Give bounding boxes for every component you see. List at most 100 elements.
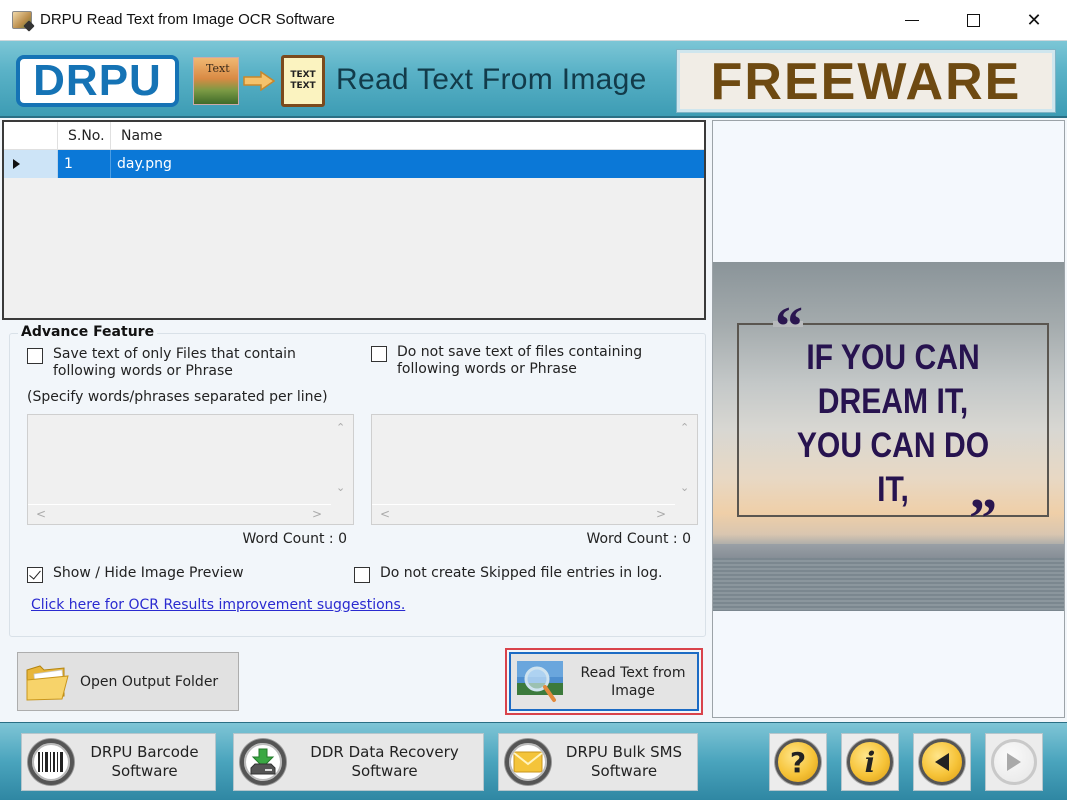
drpu-logo: DRPU [16,55,179,107]
banner-title: Read Text From Image [336,63,647,96]
include-word-count: Word Count : 0 [242,531,347,547]
exclude-words-textarea[interactable]: ⌃ ⌄ < > [371,414,698,525]
words-hint: (Specify words/phrases separated per lin… [27,389,328,405]
folder-icon [26,664,69,701]
ocr-suggestions-link[interactable]: Click here for OCR Results improvement s… [31,597,405,613]
scroll-up-icon[interactable]: ⌃ [336,421,345,434]
next-arrow-icon [991,739,1037,785]
include-label-line1: Save text of only Files that contain [53,346,296,362]
include-words-checkbox[interactable]: Save text of only Files that contain fol… [27,346,296,380]
close-button[interactable]: ✕ [1004,0,1064,41]
quote-line-2: DREAM IT, [817,382,969,421]
maximize-icon [966,14,980,27]
close-icon: ✕ [1026,10,1042,31]
quote-text: IF YOU CAN DREAM IT, YOU CAN DO IT, [773,336,1014,512]
horizontal-scrollbar[interactable]: < > [372,504,675,524]
open-output-folder-button[interactable]: Open Output Folder [17,652,239,711]
main-area: S.No. Name 1 day.png Advance Feature Sav… [0,118,1067,722]
read-text-line1: Read Text from [580,664,686,681]
title-bar: DRPU Read Text from Image OCR Software ✕ [0,0,1067,41]
sms-line1: DRPU Bulk SMS [565,743,683,761]
bottom-bar: DRPU Barcode Software DDR Data Recovery … [0,722,1067,800]
skip-log-label: Do not create Skipped file entries in lo… [380,565,663,581]
drpu-bulk-sms-button[interactable]: DRPU Bulk SMS Software [498,733,698,791]
read-text-from-image-button[interactable]: Read Text from Image [509,652,699,711]
ddr-line1: DDR Data Recovery [310,743,459,761]
minimize-icon [905,20,919,21]
help-button[interactable]: ? [769,733,827,791]
column-header-name[interactable]: Name [111,122,704,150]
exclude-word-count: Word Count : 0 [586,531,691,547]
scroll-left-icon[interactable]: < [380,507,390,521]
back-arrow-icon [919,739,965,785]
exclude-label-line1: Do not save text of files containing [397,344,643,360]
read-text-label: Read Text from Image [573,664,693,700]
barcode-icon [28,739,74,785]
info-icon: i [847,739,893,785]
ddr-data-recovery-button[interactable]: DDR Data Recovery Software [233,733,484,791]
file-grid[interactable]: S.No. Name 1 day.png [2,120,706,320]
checkbox-box[interactable] [371,346,387,362]
scroll-down-icon[interactable]: ⌄ [336,481,345,494]
read-text-focus-ring: Read Text from Image [505,648,703,715]
vertical-scrollbar[interactable]: ⌃ ⌄ [673,415,697,505]
sms-line2: Software [590,762,658,780]
barcode-line2: Software [111,762,178,780]
advance-feature-legend: Advance Feature [18,324,158,340]
open-output-label: Open Output Folder [80,673,219,690]
app-icon [12,11,32,29]
drpu-barcode-button[interactable]: DRPU Barcode Software [21,733,216,791]
include-words-label: Save text of only Files that contain fol… [53,346,296,380]
ddr-label: DDR Data Recovery Software [286,743,483,781]
arrow-right-icon [243,71,275,91]
window-title: DRPU Read Text from Image OCR Software [40,11,335,28]
horizontal-scrollbar[interactable]: < > [28,504,331,524]
checkbox-box[interactable] [354,567,370,583]
scroll-right-icon[interactable]: > [312,507,322,521]
envelope-icon [505,739,551,785]
image-icon-text: Text [206,62,230,75]
info-glyph: i [864,745,876,779]
barcode-label: DRPU Barcode Software [74,743,215,781]
skip-log-checkbox[interactable]: Do not create Skipped file entries in lo… [354,565,662,583]
vertical-scrollbar[interactable]: ⌃ ⌄ [329,415,353,505]
column-header-sno[interactable]: S.No. [58,122,111,150]
exclude-words-label: Do not save text of files containing fol… [397,344,642,378]
minimize-button[interactable] [882,0,942,41]
next-button[interactable] [985,733,1043,791]
quote-line-3: YOU CAN DO [796,426,990,465]
scroll-left-icon[interactable]: < [36,507,46,521]
include-label-line2: following words or Phrase [53,363,233,379]
preview-sea [713,558,1064,611]
header-banner: DRPU Text TEXT TEXT Read Text From Image… [0,41,1067,118]
scroll-down-icon[interactable]: ⌄ [680,481,689,494]
show-preview-checkbox[interactable]: Show / Hide Image Preview [27,565,244,583]
drive-download-icon [240,739,286,785]
scroll-right-icon[interactable]: > [656,507,666,521]
sms-label: DRPU Bulk SMS Software [551,743,697,781]
checkbox-box-checked[interactable] [27,567,43,583]
about-button[interactable]: i [841,733,899,791]
exclude-words-checkbox[interactable]: Do not save text of files containing fol… [371,344,642,378]
grid-header: S.No. Name [4,122,704,150]
checkbox-box[interactable] [27,348,43,364]
text-note-icon: TEXT TEXT [281,55,325,107]
read-text-line2: Image [611,682,655,699]
cell-sno[interactable]: 1 [58,150,111,178]
row-selector-arrow-icon[interactable] [4,150,58,178]
back-button[interactable] [913,733,971,791]
image-preview-panel: “ IF YOU CAN DREAM IT, YOU CAN DO IT, ” [712,120,1065,718]
preview-horizon [713,544,1064,558]
include-words-textarea[interactable]: ⌃ ⌄ < > [27,414,354,525]
table-row[interactable]: 1 day.png [4,150,704,178]
scroll-up-icon[interactable]: ⌃ [680,421,689,434]
freeware-badge: FREEWARE [677,50,1055,112]
show-preview-label: Show / Hide Image Preview [53,565,244,581]
cell-name[interactable]: day.png [111,150,704,178]
maximize-button[interactable] [943,0,1003,41]
exclude-label-line2: following words or Phrase [397,361,577,377]
note-line-2: TEXT [290,81,316,91]
magnifier-image-icon [517,660,563,702]
image-icon: Text [193,57,239,105]
row-header-corner [4,122,58,150]
